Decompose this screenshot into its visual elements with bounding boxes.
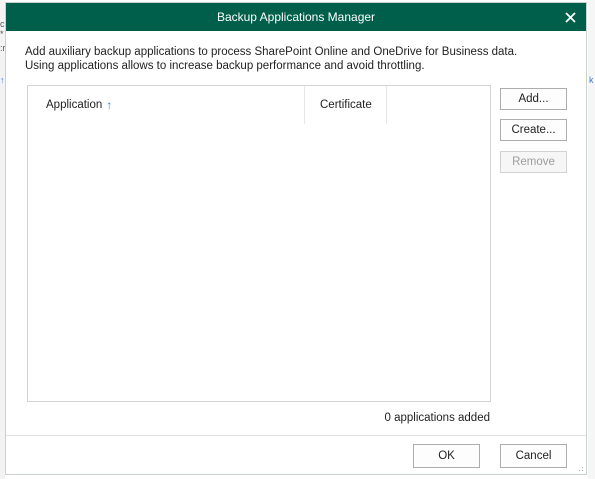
dialog-description: Add auxiliary backup applications to pro… (25, 46, 518, 72)
applications-count: 0 applications added (384, 412, 491, 424)
column-header-certificate[interactable]: Certificate (305, 86, 387, 124)
remove-button: Remove (500, 151, 567, 173)
close-button[interactable] (554, 3, 586, 31)
background-window-edge: k (588, 0, 595, 479)
background-text-fragment: * (0, 29, 4, 39)
footer-divider (6, 435, 586, 436)
title-bar: Backup Applications Manager (6, 3, 586, 31)
close-icon (564, 11, 576, 23)
column-label-application: Application (46, 99, 103, 111)
column-label-certificate: Certificate (320, 99, 372, 111)
resize-grip-icon[interactable] (576, 464, 584, 472)
background-text-fragment: c (0, 19, 5, 29)
sort-ascending-icon: ↑ (106, 98, 113, 112)
window-title: Backup Applications Manager (216, 10, 376, 24)
background-arrow-fragment: ↑ (0, 75, 5, 85)
ok-button[interactable]: OK (413, 444, 480, 468)
cancel-button[interactable]: Cancel (500, 444, 567, 468)
backup-applications-dialog: Backup Applications Manager Add auxiliar… (5, 2, 587, 475)
background-text-fragment: k (589, 75, 594, 85)
add-button[interactable]: Add... (500, 88, 567, 110)
applications-list[interactable]: Application ↑ Certificate (27, 85, 491, 402)
column-header-application[interactable]: Application ↑ (28, 86, 305, 124)
create-button[interactable]: Create... (500, 119, 567, 141)
